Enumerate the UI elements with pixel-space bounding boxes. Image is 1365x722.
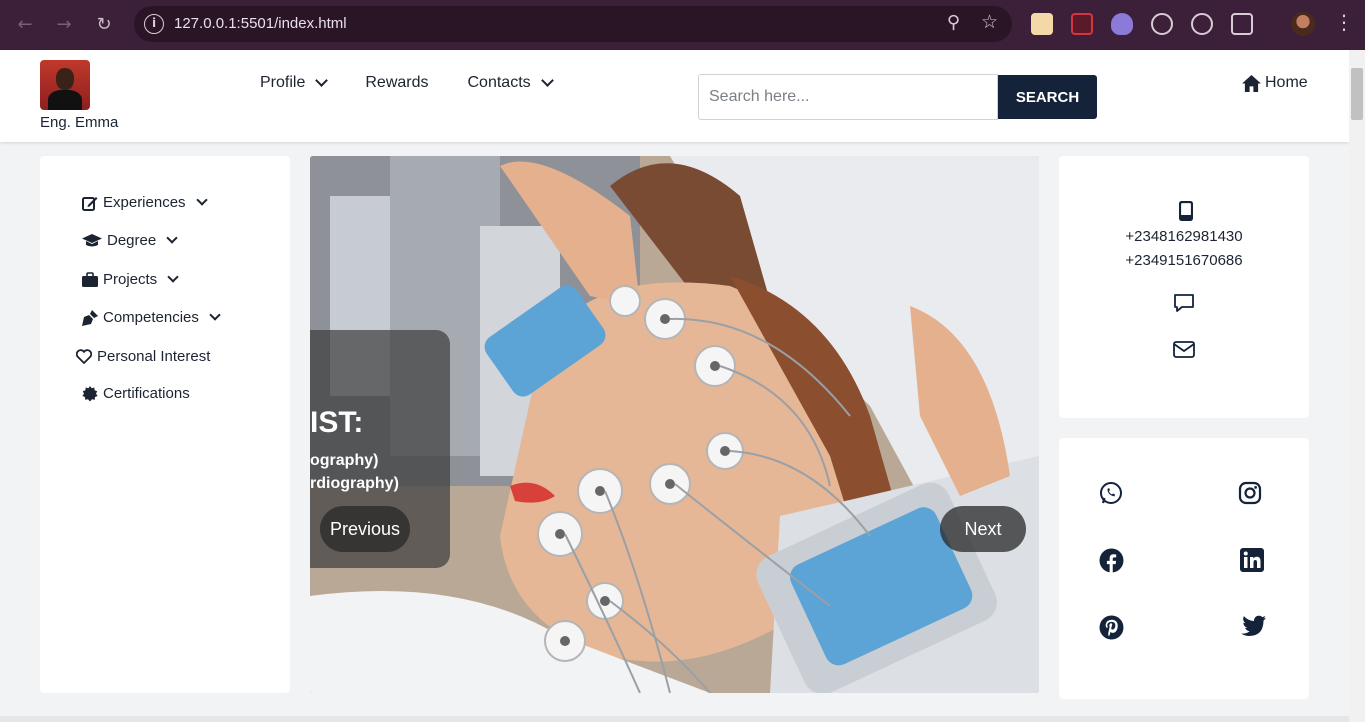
browser-toolbar: ← → ↻ i 127.0.0.1:5501/index.html ⚲ ☆ ⋮	[0, 0, 1365, 50]
url-text[interactable]: 127.0.0.1:5501/index.html	[174, 15, 347, 32]
carousel-next-button[interactable]: Next	[940, 506, 1026, 552]
brand-name[interactable]: Eng. Emma	[40, 114, 118, 131]
facebook-icon[interactable]	[1099, 548, 1124, 573]
chevron-down-icon	[315, 74, 329, 87]
certificate-icon	[82, 385, 98, 401]
grammarly-icon[interactable]	[1191, 13, 1213, 35]
nav-profile-label: Profile	[260, 74, 306, 91]
bookmark-star-icon[interactable]: ☆	[981, 11, 998, 33]
extension-icon[interactable]	[1031, 13, 1053, 35]
reload-icon[interactable]: ↻	[91, 12, 117, 38]
forward-icon[interactable]: →	[51, 12, 77, 38]
nav-rewards-label: Rewards	[365, 74, 429, 91]
contact-card: +2348162981430 +2349151670686	[1059, 156, 1309, 418]
back-icon[interactable]: ←	[12, 12, 38, 38]
pinterest-icon[interactable]	[1099, 615, 1124, 640]
phone-number[interactable]: +2349151670686	[1059, 252, 1309, 269]
brand-avatar[interactable]	[40, 60, 90, 110]
page-bottom-edge	[0, 716, 1349, 722]
extension-icon[interactable]	[1071, 13, 1093, 35]
sidebar-item-label: Competencies	[103, 309, 199, 326]
sidebar-item-certifications[interactable]: Certifications	[82, 385, 190, 402]
chevron-down-icon	[167, 271, 179, 283]
mobile-icon	[1179, 201, 1193, 221]
linkedin-icon[interactable]	[1240, 548, 1264, 572]
sidebar-item-label: Experiences	[103, 194, 186, 211]
graduation-cap-icon	[82, 233, 102, 246]
sidebar-item-label: Projects	[103, 271, 158, 288]
envelope-icon[interactable]	[1173, 341, 1195, 358]
edit-icon	[82, 196, 98, 211]
chevron-down-icon	[195, 194, 208, 206]
main-nav: Profile Rewards Contacts	[260, 74, 591, 92]
message-icon[interactable]	[1173, 293, 1195, 313]
chevron-down-icon	[166, 232, 178, 244]
home-link[interactable]: Home	[1242, 74, 1308, 92]
profile-avatar[interactable]	[1291, 12, 1315, 36]
nav-contacts[interactable]: Contacts	[467, 74, 554, 92]
site-info-icon[interactable]: i	[144, 14, 164, 34]
sidebar-item-label: Personal Interest	[97, 348, 211, 365]
scrollbar-thumb[interactable]	[1351, 68, 1363, 120]
sidebar-item-competencies[interactable]: Competencies	[82, 309, 221, 326]
extension-icon[interactable]	[1111, 13, 1133, 35]
nav-contacts-label: Contacts	[467, 74, 531, 91]
home-icon	[1242, 74, 1261, 92]
sidebar: Experiences Degree Projects Competencies…	[40, 156, 290, 693]
carousel-caption-line: rdiography)	[310, 475, 399, 492]
carousel-caption-title: IST:	[310, 406, 364, 439]
carousel-caption-line: ography)	[310, 452, 379, 469]
search-button[interactable]: SEARCH	[998, 75, 1097, 119]
sidebar-item-degree[interactable]: Degree	[82, 232, 178, 249]
extensions-puzzle-icon[interactable]	[1231, 13, 1253, 35]
react-devtools-icon[interactable]	[1151, 13, 1173, 35]
chevron-down-icon	[540, 74, 554, 87]
search-input[interactable]	[698, 74, 998, 120]
image-carousel: IST: ography) rdiography) Previous Next	[310, 156, 1039, 693]
menu-kebab-icon[interactable]: ⋮	[1334, 10, 1354, 34]
home-label: Home	[1265, 74, 1308, 91]
instagram-icon[interactable]	[1238, 481, 1262, 505]
nav-rewards[interactable]: Rewards	[365, 74, 428, 92]
phone-number[interactable]: +2348162981430	[1059, 228, 1309, 245]
page-scrollbar[interactable]	[1349, 50, 1365, 722]
twitter-icon[interactable]	[1240, 615, 1266, 637]
briefcase-icon	[82, 271, 98, 287]
pen-nib-icon	[82, 309, 98, 326]
sidebar-item-projects[interactable]: Projects	[82, 271, 179, 288]
heart-icon	[76, 349, 92, 364]
whatsapp-icon[interactable]	[1099, 481, 1123, 505]
sidebar-item-personal-interest[interactable]: Personal Interest	[76, 348, 210, 365]
sidebar-item-experiences[interactable]: Experiences	[82, 194, 208, 211]
zoom-icon[interactable]: ⚲	[947, 12, 960, 33]
sidebar-item-label: Certifications	[103, 385, 190, 402]
site-header: Eng. Emma Profile Rewards Contacts SEARC…	[0, 50, 1349, 142]
social-links-card	[1059, 438, 1309, 699]
nav-profile[interactable]: Profile	[260, 74, 329, 92]
address-bar[interactable]: i 127.0.0.1:5501/index.html ⚲ ☆	[134, 6, 1012, 42]
chevron-down-icon	[209, 309, 221, 321]
sidebar-item-label: Degree	[107, 232, 157, 249]
carousel-previous-button[interactable]: Previous	[320, 506, 410, 552]
